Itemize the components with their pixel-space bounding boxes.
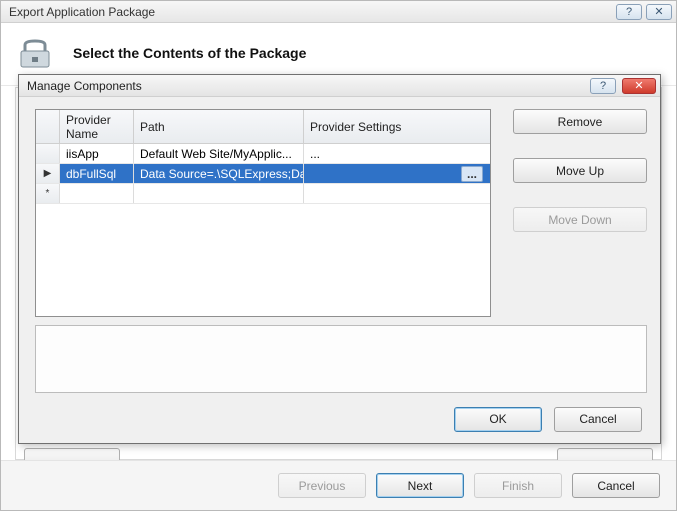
previous-button: Previous [278,473,366,498]
cell-provider[interactable]: iisApp [60,144,134,163]
grid-header: Provider Name Path Provider Settings [36,110,490,144]
side-buttons: Remove Move Up Move Down [513,109,647,232]
col-provider-name[interactable]: Provider Name [60,110,134,143]
next-button[interactable]: Next [376,473,464,498]
wizard-title: Select the Contents of the Package [73,45,306,61]
table-row[interactable]: * [36,184,490,204]
components-grid[interactable]: Provider Name Path Provider Settings iis… [35,109,491,317]
cell-provider[interactable]: dbFullSql [60,164,134,183]
remove-button[interactable]: Remove [513,109,647,134]
dialog-titlebar[interactable]: Manage Components ? ✕ [19,75,660,97]
table-row[interactable]: ▶dbFullSqlData Source=.\SQLExpress;Dat..… [36,164,490,184]
finish-button: Finish [474,473,562,498]
outer-titlebar[interactable]: Export Application Package ? ✕ [1,1,676,23]
outer-close-button[interactable]: ✕ [646,4,672,20]
row-marker: ▶ [36,164,60,183]
move-down-button: Move Down [513,207,647,232]
row-marker [36,144,60,163]
package-icon [15,33,55,73]
cancel-button[interactable]: Cancel [572,473,660,498]
col-path[interactable]: Path [134,110,304,143]
dialog-footer: OK Cancel [19,395,660,443]
cell-settings[interactable]: ... [304,164,490,183]
outer-window-title: Export Application Package [9,5,155,19]
cell-path[interactable]: Data Source=.\SQLExpress;Dat [134,164,304,183]
dialog-cancel-button[interactable]: Cancel [554,407,642,432]
manage-components-dialog: Manage Components ? ✕ Provider Name Path… [18,74,661,444]
move-up-button[interactable]: Move Up [513,158,647,183]
cell-settings[interactable] [304,184,490,203]
details-panel [35,325,647,393]
col-provider-settings[interactable]: Provider Settings [304,110,490,143]
ok-button[interactable]: OK [454,407,542,432]
dialog-title: Manage Components [27,79,142,93]
outer-help-button[interactable]: ? [616,4,642,20]
cell-path[interactable] [134,184,304,203]
dialog-close-button[interactable]: ✕ [622,78,656,94]
cell-path[interactable]: Default Web Site/MyApplic... [134,144,304,163]
cell-provider[interactable] [60,184,134,203]
cell-settings[interactable]: ... [304,144,490,163]
row-marker: * [36,184,60,203]
ellipsis-button[interactable]: ... [461,166,483,182]
table-row[interactable]: iisAppDefault Web Site/MyApplic...... [36,144,490,164]
dialog-help-button[interactable]: ? [590,78,616,94]
wizard-footer: Previous Next Finish Cancel [1,460,676,510]
